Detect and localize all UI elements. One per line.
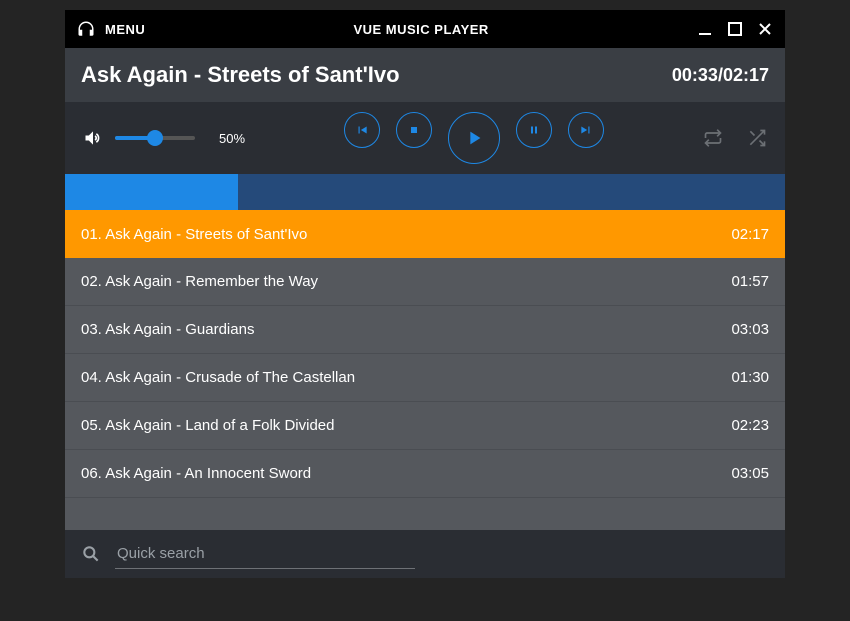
volume-percent: 50%: [219, 131, 245, 146]
previous-button[interactable]: [344, 112, 380, 148]
track-row[interactable]: 06. Ask Again - An Innocent Sword 03:05: [65, 450, 785, 498]
play-button[interactable]: [448, 112, 500, 164]
now-playing-time: 00:33/02:17: [672, 65, 769, 86]
music-player-window: MENU VUE MUSIC PLAYER Ask Again - Street…: [65, 10, 785, 578]
progress-bar[interactable]: [65, 174, 785, 210]
menu-button[interactable]: MENU: [105, 22, 145, 37]
close-button[interactable]: [757, 21, 773, 37]
minimize-button[interactable]: [697, 21, 713, 37]
repeat-button[interactable]: [703, 128, 723, 148]
track-title: 01. Ask Again - Streets of Sant'Ivo: [81, 226, 307, 243]
track-title: 02. Ask Again - Remember the Way: [81, 273, 318, 290]
track-title: 06. Ask Again - An Innocent Sword: [81, 465, 311, 482]
track-title: 04. Ask Again - Crusade of The Castellan: [81, 369, 355, 386]
now-playing-title: Ask Again - Streets of Sant'Ivo: [81, 62, 400, 88]
titlebar: MENU VUE MUSIC PLAYER: [65, 10, 785, 48]
now-playing-bar: Ask Again - Streets of Sant'Ivo 00:33/02…: [65, 48, 785, 102]
controls-bar: 50%: [65, 102, 785, 174]
progress-fill: [65, 174, 238, 210]
track-row[interactable]: 03. Ask Again - Guardians 03:03: [65, 306, 785, 354]
headphones-icon: [77, 20, 95, 38]
search-bar: [65, 530, 785, 578]
maximize-button[interactable]: [727, 21, 743, 37]
track-duration: 03:03: [731, 321, 769, 338]
stop-button[interactable]: [396, 112, 432, 148]
track-duration: 03:05: [731, 465, 769, 482]
track-title: 03. Ask Again - Guardians: [81, 321, 254, 338]
track-duration: 02:17: [731, 226, 769, 243]
app-title: VUE MUSIC PLAYER: [145, 22, 697, 37]
track-title: 05. Ask Again - Land of a Folk Divided: [81, 417, 334, 434]
volume-icon[interactable]: [83, 128, 103, 148]
track-row[interactable]: 05. Ask Again - Land of a Folk Divided 02…: [65, 402, 785, 450]
pause-button[interactable]: [516, 112, 552, 148]
track-row[interactable]: 04. Ask Again - Crusade of The Castellan…: [65, 354, 785, 402]
track-row[interactable]: 02. Ask Again - Remember the Way 01:57: [65, 258, 785, 306]
next-button[interactable]: [568, 112, 604, 148]
search-icon: [81, 544, 101, 564]
playlist: 01. Ask Again - Streets of Sant'Ivo 02:17…: [65, 210, 785, 530]
track-row[interactable]: 01. Ask Again - Streets of Sant'Ivo 02:17: [65, 210, 785, 258]
track-duration: 01:57: [731, 273, 769, 290]
shuffle-button[interactable]: [747, 128, 767, 148]
search-input[interactable]: [115, 539, 415, 569]
track-duration: 02:23: [731, 417, 769, 434]
track-duration: 01:30: [731, 369, 769, 386]
volume-slider[interactable]: [115, 136, 195, 140]
